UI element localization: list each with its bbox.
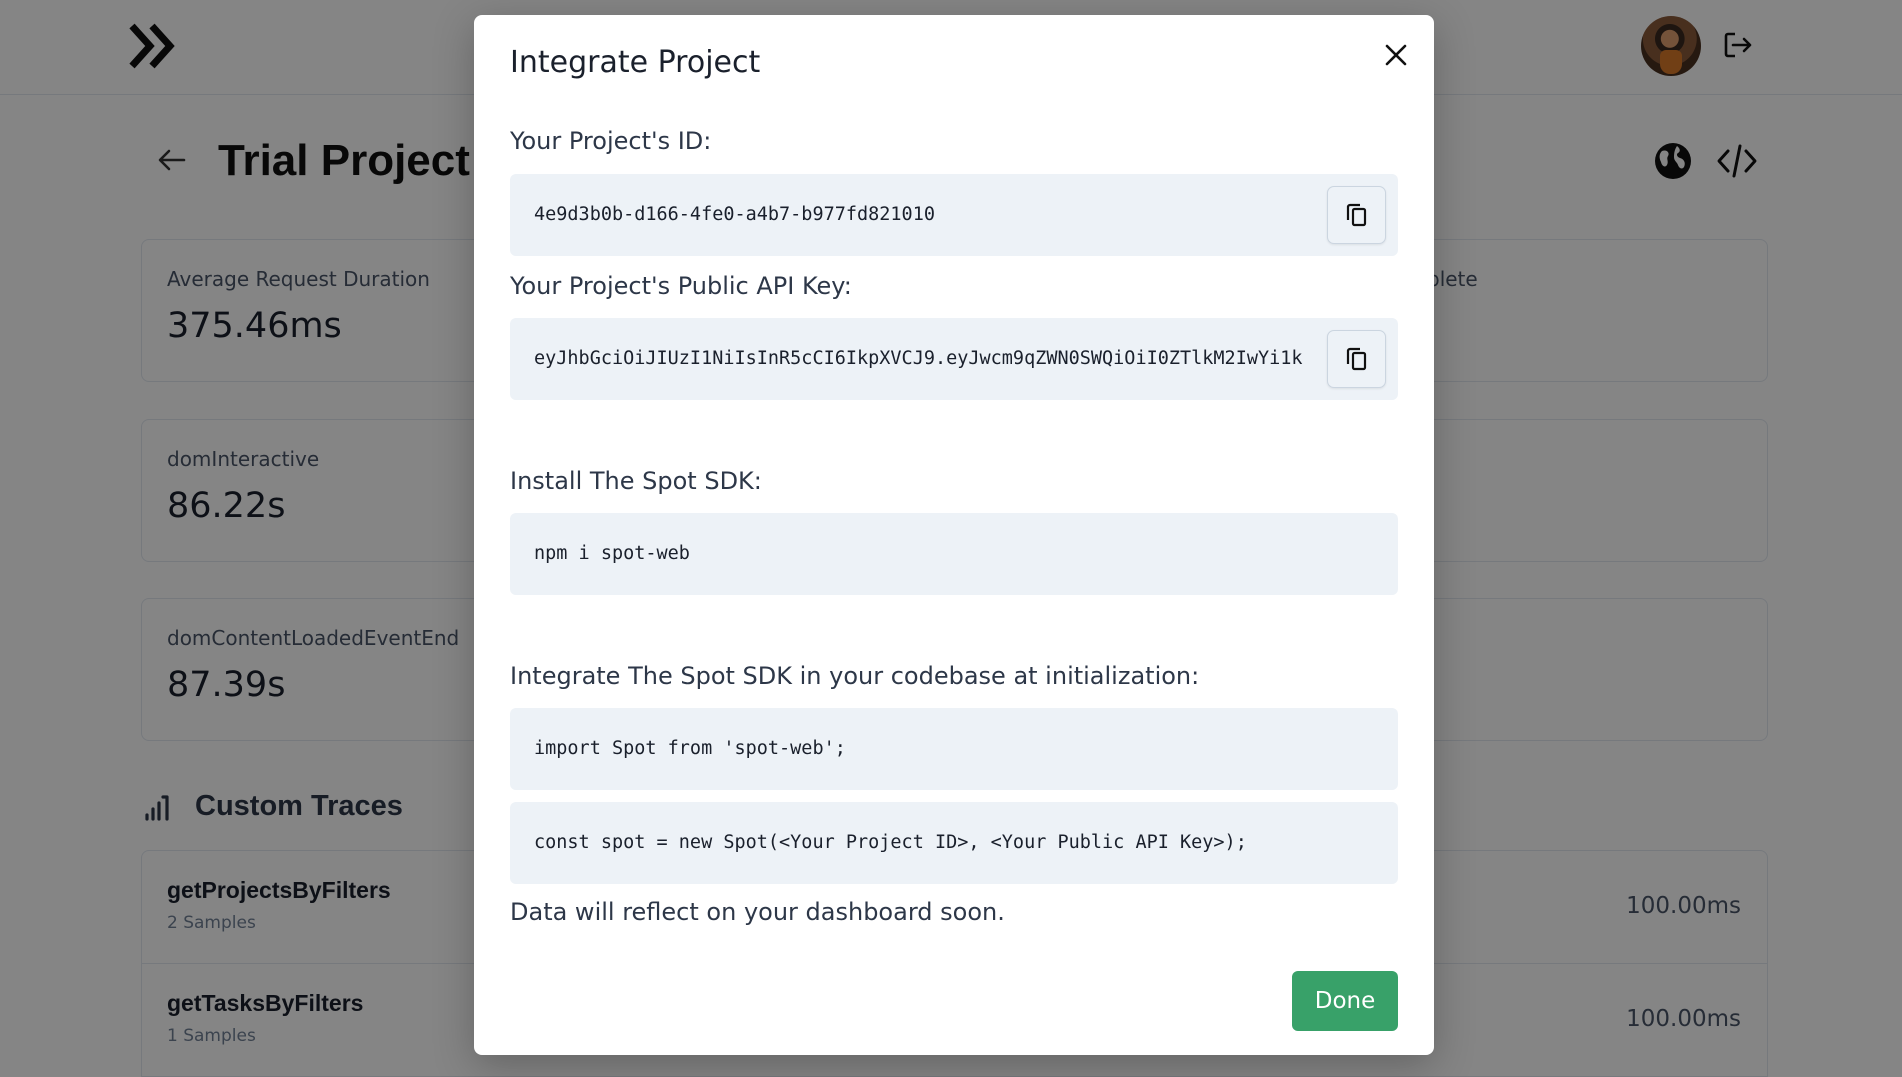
api-key-value[interactable]: eyJhbGciOiJIUzI1NiIsInR5cCI6IkpXVCJ9.eyJ…: [534, 318, 1328, 400]
close-icon: [1385, 44, 1407, 66]
done-button[interactable]: Done: [1292, 971, 1398, 1031]
init-code-box: const spot = new Spot(<Your Project ID>,…: [510, 802, 1398, 884]
project-id-label: Your Project's ID:: [510, 127, 712, 155]
import-code-line[interactable]: import Spot from 'spot-web';: [534, 708, 846, 790]
install-command-box: npm i spot-web: [510, 513, 1398, 595]
dashboard-note: Data will reflect on your dashboard soon…: [510, 898, 1005, 926]
close-button[interactable]: [1374, 33, 1418, 77]
copy-api-key-button[interactable]: [1327, 330, 1386, 388]
install-sdk-label: Install The Spot SDK:: [510, 467, 762, 495]
api-key-label: Your Project's Public API Key:: [510, 272, 852, 300]
integrate-project-modal: Integrate Project Your Project's ID: 4e9…: [474, 15, 1434, 1055]
modal-title: Integrate Project: [510, 45, 761, 80]
api-key-box: eyJhbGciOiJIUzI1NiIsInR5cCI6IkpXVCJ9.eyJ…: [510, 318, 1398, 400]
init-code-line[interactable]: const spot = new Spot(<Your Project ID>,…: [534, 802, 1247, 884]
copy-project-id-button[interactable]: [1327, 186, 1386, 244]
copy-icon: [1346, 203, 1366, 227]
integrate-sdk-label: Integrate The Spot SDK in your codebase …: [510, 662, 1200, 690]
install-command[interactable]: npm i spot-web: [534, 513, 690, 595]
copy-icon: [1346, 347, 1366, 371]
project-id-value[interactable]: 4e9d3b0b-d166-4fe0-a4b7-b977fd821010: [534, 174, 935, 256]
project-id-box: 4e9d3b0b-d166-4fe0-a4b7-b977fd821010: [510, 174, 1398, 256]
app-root: Trial Project Average Request Duration 3…: [0, 0, 1902, 1077]
import-code-box: import Spot from 'spot-web';: [510, 708, 1398, 790]
